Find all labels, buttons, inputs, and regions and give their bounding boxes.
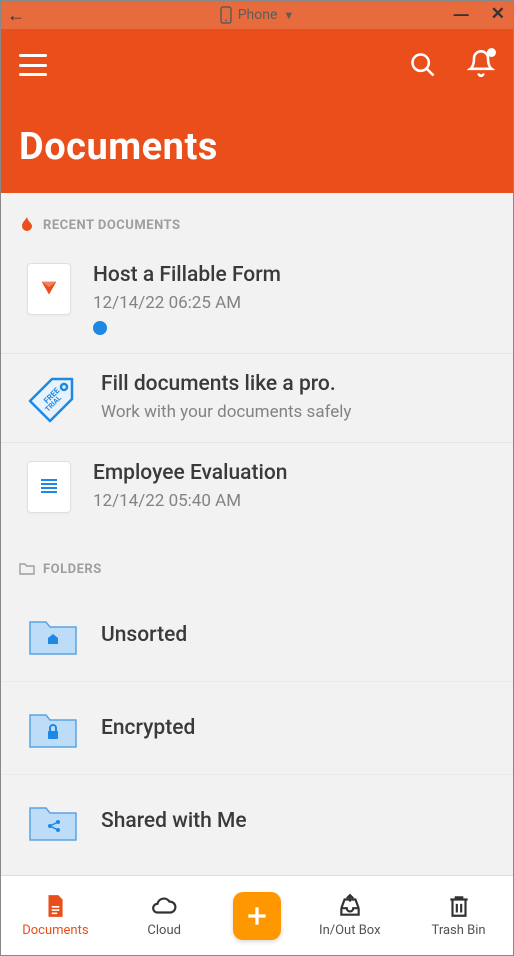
phone-icon xyxy=(220,6,232,24)
minimize-button[interactable]: __ xyxy=(454,0,469,19)
pdf-thumbnail-icon xyxy=(27,263,71,315)
content-scroll[interactable]: RECENT DOCUMENTS Host a Fillable Form 12… xyxy=(1,193,513,875)
text-thumbnail-icon xyxy=(27,461,71,513)
folder-label: Unsorted xyxy=(101,623,187,647)
folder-item-unsorted[interactable]: Unsorted xyxy=(1,589,513,682)
emulator-titlebar: ← Phone ▼ __ ✕ xyxy=(1,1,513,29)
folder-home-icon xyxy=(27,613,79,657)
add-button[interactable] xyxy=(233,892,281,940)
trash-icon xyxy=(446,893,472,919)
nav-documents[interactable]: Documents xyxy=(15,893,95,938)
promo-title: Fill documents like a pro. xyxy=(101,372,495,396)
notification-dot xyxy=(487,48,496,57)
notifications-button[interactable] xyxy=(467,49,495,81)
app-header: Documents xyxy=(1,29,513,193)
folder-share-icon xyxy=(27,799,79,843)
nav-cloud[interactable]: Cloud xyxy=(124,893,204,938)
folder-lock-icon xyxy=(27,706,79,750)
document-timestamp: 12/14/22 05:40 AM xyxy=(93,491,495,511)
document-icon xyxy=(42,893,68,919)
recent-document-item[interactable]: Employee Evaluation 12/14/22 05:40 AM xyxy=(1,443,513,531)
cloud-icon xyxy=(151,893,177,919)
document-title: Host a Fillable Form xyxy=(93,263,495,287)
app-window: ← Phone ▼ __ ✕ Documents xyxy=(0,0,514,956)
free-trial-tag-icon: FREE TRIAL xyxy=(27,372,79,424)
promo-item[interactable]: FREE TRIAL Fill documents like a pro. Wo… xyxy=(1,354,513,443)
document-title: Employee Evaluation xyxy=(93,461,495,485)
device-label: Phone xyxy=(238,7,278,23)
back-arrow-icon[interactable]: ← xyxy=(7,5,25,26)
menu-button[interactable] xyxy=(19,54,47,76)
folder-label: Shared with Me xyxy=(101,809,247,833)
inbox-icon xyxy=(337,893,363,919)
document-timestamp: 12/14/22 06:25 AM xyxy=(93,293,495,313)
search-icon[interactable] xyxy=(409,51,437,79)
chevron-down-icon: ▼ xyxy=(283,9,294,22)
folder-outline-icon xyxy=(19,561,35,577)
promo-subtitle: Work with your documents safely xyxy=(101,402,495,422)
section-header-recent: RECENT DOCUMENTS xyxy=(1,193,513,245)
recent-document-item[interactable]: Host a Fillable Form 12/14/22 06:25 AM xyxy=(1,245,513,354)
plus-icon xyxy=(244,903,270,929)
folder-item-encrypted[interactable]: Encrypted xyxy=(1,682,513,775)
folder-label: Encrypted xyxy=(101,716,195,740)
nav-trash[interactable]: Trash Bin xyxy=(419,893,499,938)
nav-inout[interactable]: In/Out Box xyxy=(310,893,390,938)
close-button[interactable]: ✕ xyxy=(491,4,505,24)
device-selector[interactable]: Phone ▼ xyxy=(220,6,295,24)
folder-item-shared[interactable]: Shared with Me xyxy=(1,775,513,867)
bottom-nav: Documents Cloud In/Out Box Trash Bin xyxy=(1,875,513,955)
page-title: Documents xyxy=(19,125,495,169)
flame-icon xyxy=(19,217,35,233)
unread-indicator xyxy=(93,321,107,335)
section-header-folders: FOLDERS xyxy=(1,531,513,589)
